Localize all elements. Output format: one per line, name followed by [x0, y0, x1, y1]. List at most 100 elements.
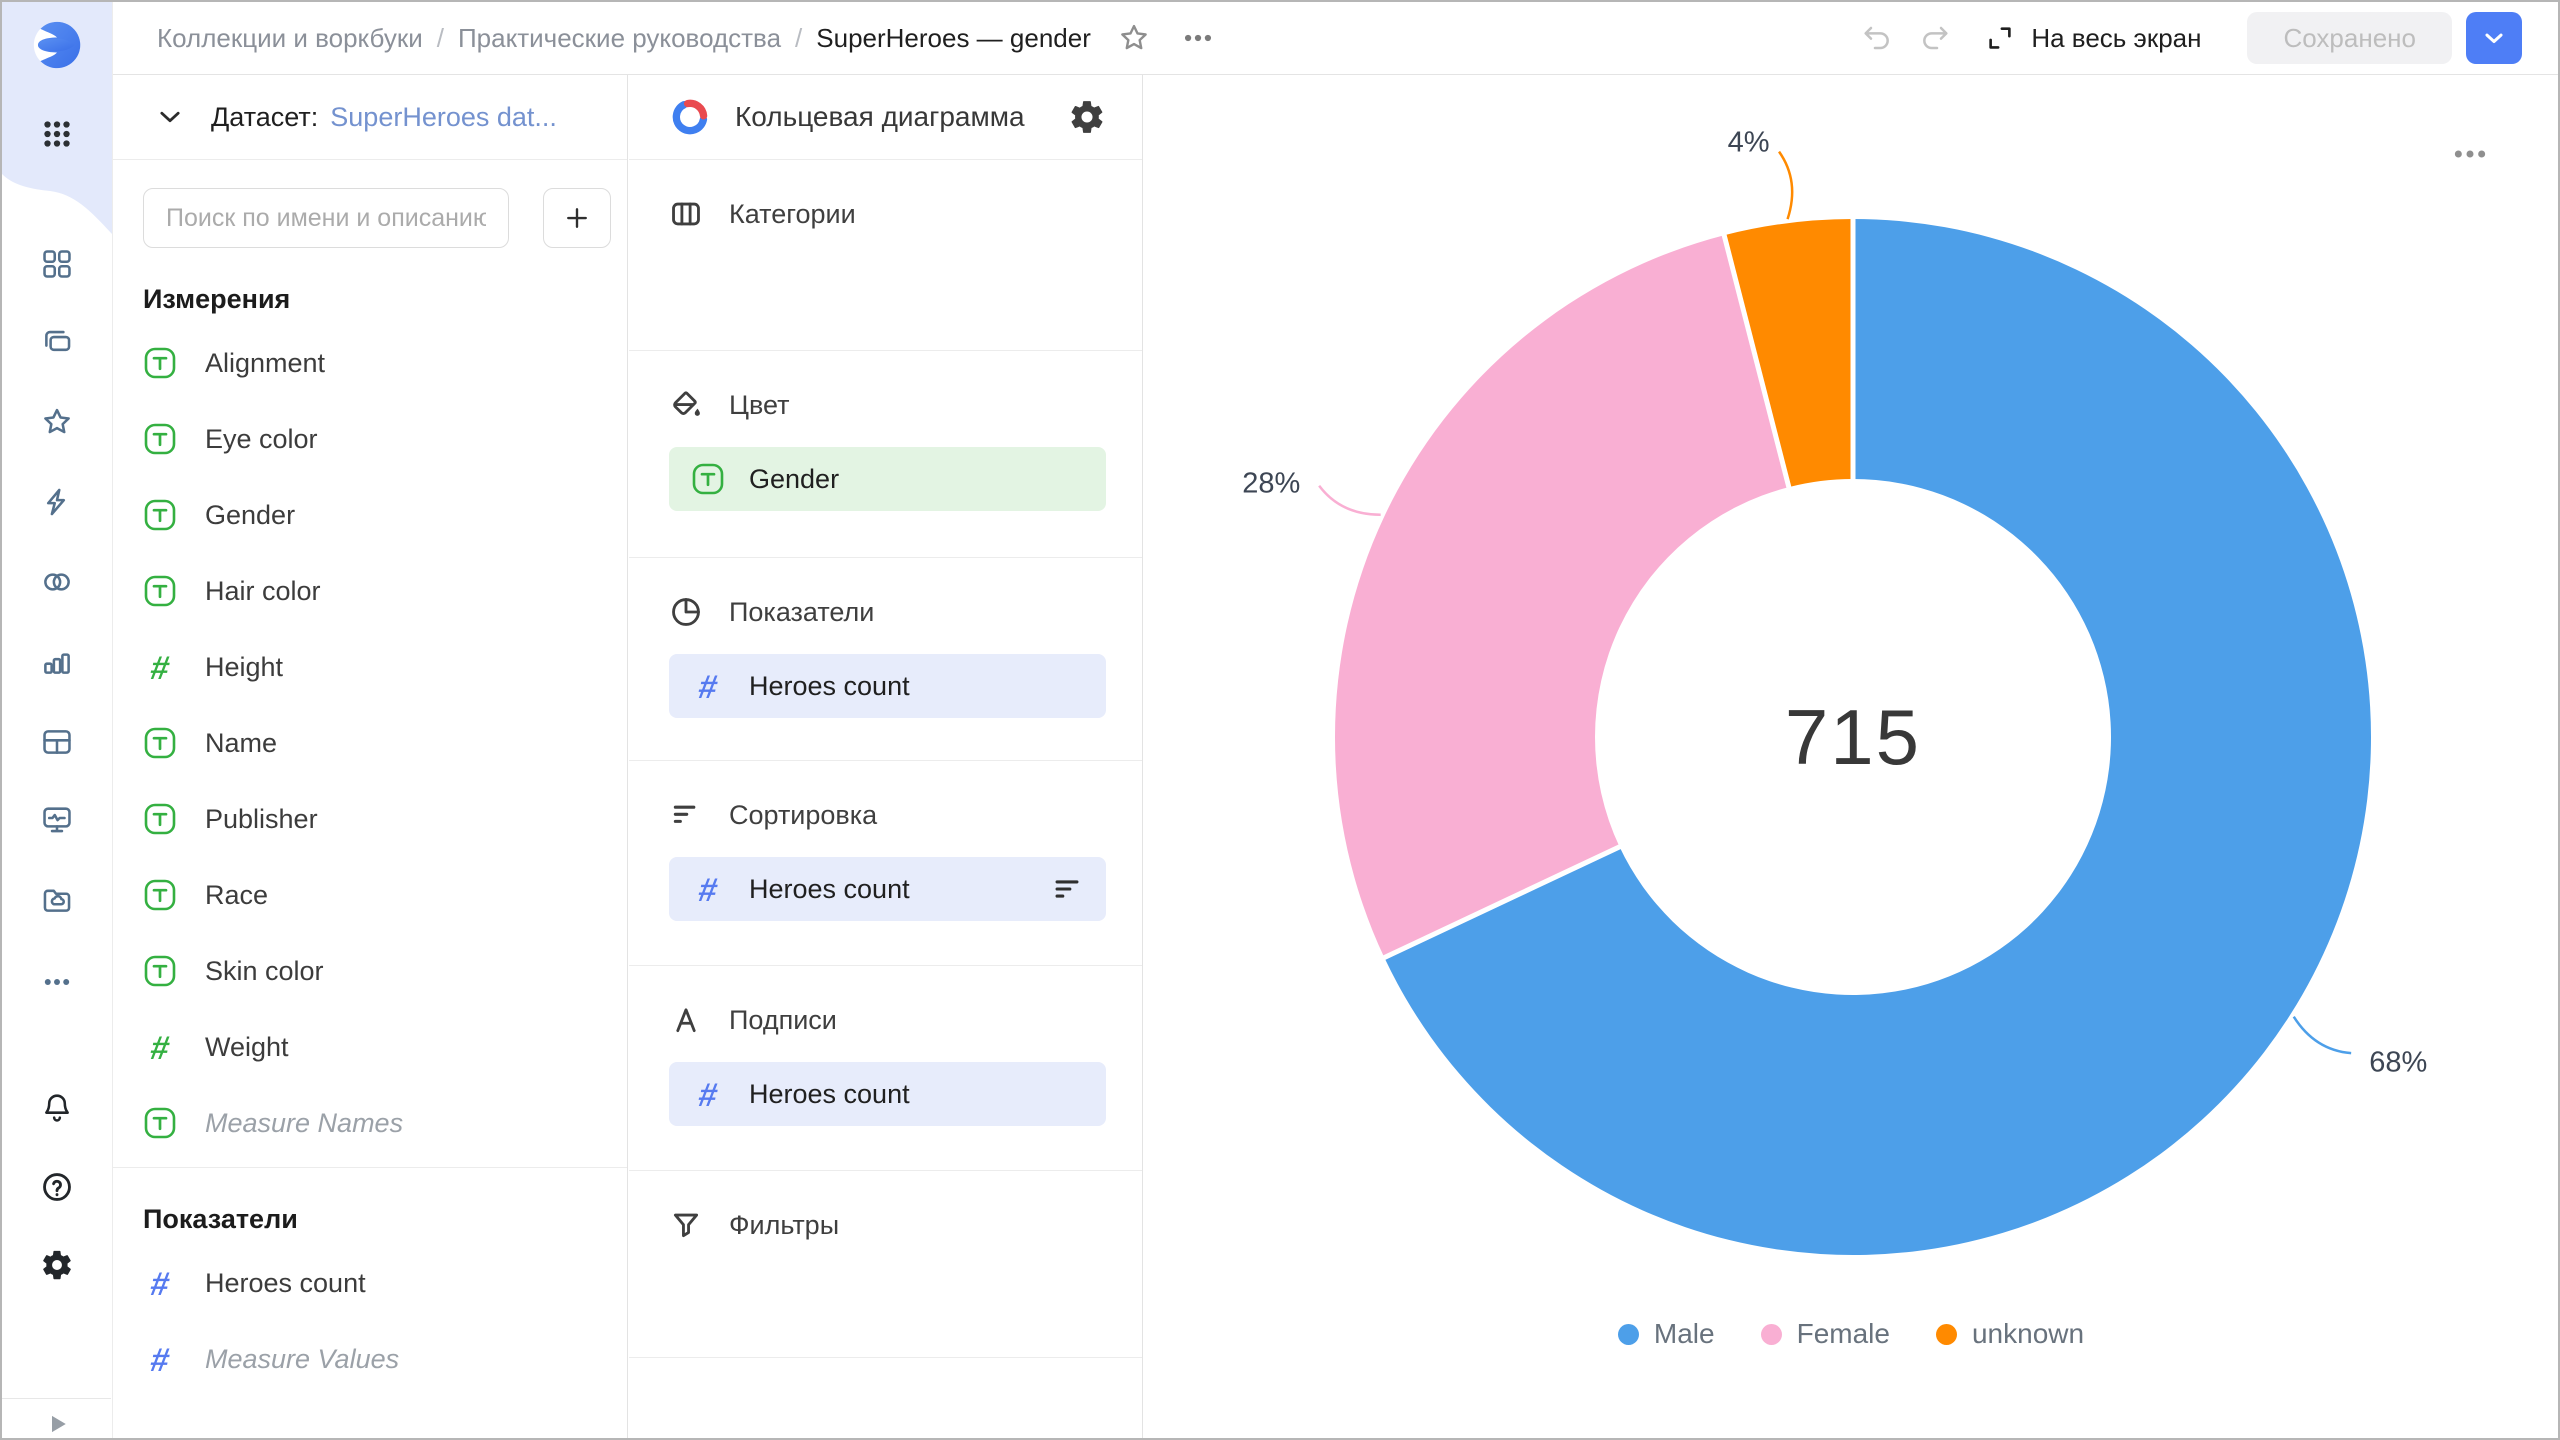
lightning-icon[interactable]: [33, 478, 81, 526]
overlap-circles-icon[interactable]: [33, 558, 81, 606]
config-section-labels: Подписи #Heroes count: [629, 966, 1142, 1171]
monitor-pulse-icon[interactable]: [33, 796, 81, 844]
legend-item-female[interactable]: Female: [1761, 1318, 1890, 1350]
chip-label: Gender: [749, 464, 1084, 495]
help-icon[interactable]: [33, 1163, 81, 1211]
legend-item-male[interactable]: Male: [1618, 1318, 1715, 1350]
number-field-icon: #: [143, 650, 177, 684]
field-item-alignment[interactable]: Alignment: [113, 325, 627, 401]
breadcrumb: Коллекции и воркбуки / Практические руково…: [157, 23, 1091, 54]
field-item-race[interactable]: Race: [113, 857, 627, 933]
chart-type-header[interactable]: Кольцевая диаграмма: [629, 75, 1142, 160]
config-section-color: ЦветGender: [629, 351, 1142, 558]
more-dots-icon[interactable]: [33, 958, 81, 1006]
datalens-logo[interactable]: [33, 21, 81, 69]
breadcrumb-separator: /: [795, 23, 802, 54]
left-rail: [2, 2, 113, 1438]
field-item-height[interactable]: #Height: [113, 629, 627, 705]
config-section-measures: Показатели #Heroes count: [629, 558, 1142, 761]
label-leader-line: [1319, 486, 1381, 515]
field-item-measure-values[interactable]: #Measure Values: [113, 1321, 627, 1397]
saved-button[interactable]: Сохранено: [2247, 12, 2452, 64]
dataset-section-divider: [113, 1167, 627, 1168]
measures-list: #Heroes count#Measure Values: [113, 1245, 627, 1397]
field-label: Skin color: [205, 956, 324, 987]
dataset-search-row: [143, 188, 627, 248]
label-leader-line: [1779, 152, 1792, 219]
dataset-header: Датасет: SuperHeroes dat...: [113, 75, 627, 160]
stack-icon[interactable]: [33, 318, 81, 366]
fullscreen-icon[interactable]: [1985, 23, 2015, 53]
field-item-hair-color[interactable]: Hair color: [113, 553, 627, 629]
undo-icon[interactable]: [1861, 22, 1893, 54]
bell-icon[interactable]: [33, 1083, 81, 1131]
donut-center-total: 715: [1785, 693, 1921, 781]
legend-label: Male: [1654, 1318, 1715, 1350]
star-icon[interactable]: [33, 398, 81, 446]
gear-icon[interactable]: [33, 1241, 81, 1289]
percent-label-female: 28%: [1242, 468, 1300, 500]
chart-settings-gear-icon[interactable]: [1068, 98, 1106, 136]
sort-direction-icon[interactable]: [1050, 872, 1084, 906]
fullscreen-label[interactable]: На весь экран: [2031, 23, 2201, 54]
field-label: Heroes count: [205, 1268, 366, 1299]
dimensions-title: Измерения: [143, 284, 627, 315]
field-label: Measure Names: [205, 1108, 403, 1139]
percent-label-unknown: 4%: [1728, 127, 1770, 159]
field-label: Hair color: [205, 576, 321, 607]
add-field-button[interactable]: [543, 188, 611, 248]
chip-heroes-count[interactable]: #Heroes count: [669, 654, 1106, 718]
legend-dot: [1936, 1324, 1957, 1345]
legend-item-unknown[interactable]: unknown: [1936, 1318, 2084, 1350]
donut-chart: 68%28%4%715: [1144, 75, 2560, 1440]
field-item-publisher[interactable]: Publisher: [113, 781, 627, 857]
number-field-icon: #: [691, 872, 725, 906]
config-sections: Категории ЦветGender Показатели#Heroes c…: [629, 160, 1142, 1358]
section-label: Фильтры: [729, 1210, 839, 1241]
categories-icon: [669, 197, 703, 231]
bar-chart-icon[interactable]: [33, 638, 81, 686]
favorite-star-icon[interactable]: [1117, 21, 1151, 55]
chip-heroes-count[interactable]: #Heroes count: [669, 1062, 1106, 1126]
section-label: Подписи: [729, 1005, 837, 1036]
more-actions-icon[interactable]: [1181, 21, 1215, 55]
plus-icon: [562, 203, 592, 233]
search-input[interactable]: [143, 188, 509, 248]
number-field-icon: #: [143, 1030, 177, 1064]
chip-gender[interactable]: Gender: [669, 447, 1106, 511]
donut-slice-female[interactable]: [1335, 235, 1789, 957]
field-item-name[interactable]: Name: [113, 705, 627, 781]
field-label: Publisher: [205, 804, 318, 835]
apps-grid-icon[interactable]: [33, 110, 81, 158]
section-header-sort: Сортировка: [669, 795, 1106, 835]
field-item-eye-color[interactable]: Eye color: [113, 401, 627, 477]
field-label: Eye color: [205, 424, 318, 455]
field-item-gender[interactable]: Gender: [113, 477, 627, 553]
chart-config-panel: Кольцевая диаграмма Категории ЦветGender…: [629, 75, 1143, 1438]
redo-icon[interactable]: [1919, 22, 1951, 54]
rail-divider: [2, 1398, 111, 1399]
string-field-icon: [143, 346, 177, 380]
breadcrumb-item[interactable]: Коллекции и воркбуки: [157, 23, 423, 54]
breadcrumb-separator: /: [437, 23, 444, 54]
field-item-measure-names[interactable]: Measure Names: [113, 1085, 627, 1161]
chip-heroes-count[interactable]: #Heroes count: [669, 857, 1106, 921]
dimensions-list: Alignment Eye color Gender Hair color #Heigh…: [113, 325, 627, 1161]
field-item-skin-color[interactable]: Skin color: [113, 933, 627, 1009]
section-label: Категории: [729, 199, 856, 230]
section-header-labels: Подписи: [669, 1000, 1106, 1040]
field-item-heroes-count[interactable]: #Heroes count: [113, 1245, 627, 1321]
breadcrumb-item[interactable]: Практические руководства: [458, 23, 781, 54]
string-field-icon: [143, 422, 177, 456]
tiles-icon[interactable]: [33, 240, 81, 288]
field-label: Weight: [205, 1032, 289, 1063]
field-item-weight[interactable]: # Weight: [113, 1009, 627, 1085]
table-icon[interactable]: [33, 718, 81, 766]
dataset-name-link[interactable]: SuperHeroes dat...: [330, 102, 557, 133]
folder-cloud-icon[interactable]: [33, 876, 81, 924]
save-dropdown-button[interactable]: [2466, 12, 2522, 64]
chip-label: Heroes count: [749, 1079, 1084, 1110]
section-label: Показатели: [729, 597, 874, 628]
dataset-collapse-icon[interactable]: [155, 102, 185, 132]
expand-rail-button[interactable]: [33, 1400, 81, 1440]
